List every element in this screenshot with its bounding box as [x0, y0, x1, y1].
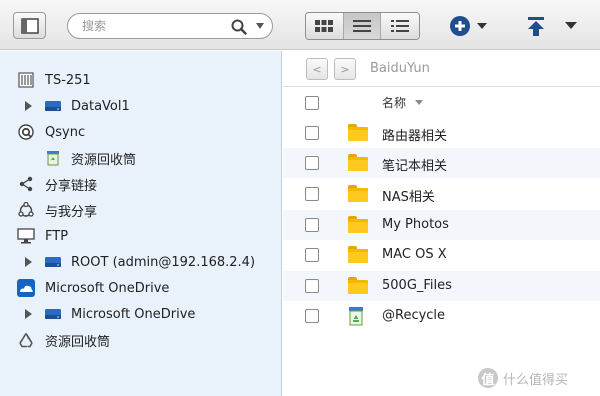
sidebar-item-label: 分享链接: [45, 178, 98, 194]
upload-icon: [528, 17, 544, 36]
folder-icon: [347, 153, 369, 173]
sidebar-item-label: FTP: [45, 228, 69, 244]
search-icon[interactable]: [230, 18, 248, 36]
sidebar-item-label: ROOT (admin@192.168.2.4): [71, 254, 256, 270]
sidebar-item-label: 与我分享: [45, 204, 98, 220]
folder-icon: [347, 123, 369, 143]
sidebar-item-ftp-root[interactable]: ROOT (admin@192.168.2.4): [0, 250, 282, 274]
sidebar-item-recycle-bin[interactable]: 资源回收筒: [0, 328, 282, 352]
current-path: BaiduYun: [370, 61, 430, 76]
forward-button[interactable]: >: [334, 58, 356, 80]
file-row[interactable]: My Photos: [283, 210, 600, 240]
expand-arrow-icon[interactable]: [25, 309, 32, 319]
upload-button[interactable]: [521, 12, 551, 40]
sidebar-panel-icon: [20, 17, 39, 34]
folder-icon: [347, 184, 369, 204]
sidebar-item-label: TS-251: [45, 72, 91, 88]
recycle-bin-icon: [44, 149, 62, 167]
file-name: @Recycle: [382, 308, 446, 323]
expand-arrow-icon[interactable]: [25, 257, 32, 267]
share-link-icon: [17, 175, 35, 193]
search-input[interactable]: [82, 17, 222, 35]
sidebar-item-share-link[interactable]: 分享链接: [0, 172, 282, 196]
row-checkbox[interactable]: [305, 279, 319, 293]
grid-icon: [315, 20, 334, 32]
row-checkbox[interactable]: [305, 156, 319, 170]
file-list-header: 名称: [283, 88, 600, 118]
sidebar-item-label: Microsoft OneDrive: [45, 280, 170, 296]
file-row[interactable]: @Recycle: [283, 301, 600, 331]
upload-options-caret-icon[interactable]: [565, 22, 577, 29]
sidebar-item-label: 资源回收筒: [71, 152, 137, 168]
name-column-header[interactable]: 名称: [382, 94, 406, 111]
sidebar-toggle-button[interactable]: [13, 12, 46, 39]
row-checkbox[interactable]: [305, 248, 319, 262]
thumbnail-view-button[interactable]: [306, 13, 344, 39]
plus-circle-icon: [450, 16, 487, 36]
select-all-checkbox[interactable]: [305, 96, 319, 110]
watermark: 值 什么值得买: [478, 368, 568, 388]
folder-icon: [347, 215, 369, 235]
sidebar: TS-251 DataVol1 Qsync 资源回收筒 分享链接 与我分享 FT…: [0, 51, 282, 396]
shared-with-me-icon: [17, 201, 35, 219]
drive-icon: [44, 97, 62, 115]
nas-icon: [17, 71, 35, 89]
file-name: My Photos: [382, 217, 449, 232]
file-row[interactable]: 路由器相关: [283, 118, 600, 148]
ftp-monitor-icon: [17, 227, 35, 245]
back-button[interactable]: <: [306, 58, 328, 80]
detail-list-icon: [391, 20, 410, 32]
path-bar: < > BaiduYun: [283, 51, 600, 87]
recycle-bin-icon: [347, 306, 369, 326]
sidebar-item-ts251[interactable]: TS-251: [0, 68, 282, 92]
recycle-icon: [17, 331, 35, 349]
list-icon: [353, 20, 371, 32]
row-checkbox[interactable]: [305, 309, 319, 323]
file-row[interactable]: 笔记本相关: [283, 148, 600, 178]
row-checkbox[interactable]: [305, 187, 319, 201]
drive-icon: [44, 305, 62, 323]
sort-caret-icon[interactable]: [415, 100, 423, 105]
sidebar-item-ftp[interactable]: FTP: [0, 224, 282, 248]
sidebar-item-onedrive[interactable]: Microsoft OneDrive: [0, 276, 282, 300]
sidebar-item-onedrive-drive[interactable]: Microsoft OneDrive: [0, 302, 282, 326]
file-panel: < > BaiduYun 名称 路由器相关 笔记本相关 NAS相关 My Pho…: [283, 51, 600, 396]
expand-arrow-icon[interactable]: [25, 101, 32, 111]
view-mode-group: [305, 12, 420, 40]
file-name: 500G_Files: [382, 278, 452, 293]
folder-icon: [347, 245, 369, 265]
search-box: [67, 13, 273, 39]
sidebar-item-qsync-recycle[interactable]: 资源回收筒: [0, 146, 282, 170]
sidebar-item-label: Qsync: [45, 124, 86, 140]
sidebar-item-datavol1[interactable]: DataVol1: [0, 94, 282, 118]
file-row[interactable]: NAS相关: [283, 179, 600, 209]
create-button[interactable]: [448, 13, 492, 39]
sidebar-item-label: Microsoft OneDrive: [71, 306, 196, 322]
file-name: 笔记本相关: [382, 159, 448, 174]
list-view-button[interactable]: [343, 13, 382, 39]
file-name: 路由器相关: [382, 129, 448, 144]
file-row[interactable]: MAC OS X: [283, 240, 600, 270]
folder-icon: [347, 276, 369, 296]
search-options-caret-icon[interactable]: [256, 23, 264, 29]
toolbar: [0, 0, 600, 50]
sidebar-item-shared-with-me[interactable]: 与我分享: [0, 198, 282, 222]
row-checkbox[interactable]: [305, 126, 319, 140]
watermark-text: 什么值得买: [503, 372, 569, 388]
onedrive-icon: [17, 279, 35, 297]
sidebar-item-label: 资源回收筒: [45, 334, 111, 350]
file-row[interactable]: 500G_Files: [283, 271, 600, 301]
drive-icon: [44, 253, 62, 271]
detail-view-button[interactable]: [381, 13, 419, 39]
file-name: MAC OS X: [382, 247, 447, 262]
sidebar-item-label: DataVol1: [71, 98, 130, 114]
file-name: NAS相关: [382, 190, 435, 205]
watermark-badge: 值: [478, 368, 498, 388]
qsync-icon: [17, 123, 35, 141]
row-checkbox[interactable]: [305, 218, 319, 232]
sidebar-item-qsync[interactable]: Qsync: [0, 120, 282, 144]
